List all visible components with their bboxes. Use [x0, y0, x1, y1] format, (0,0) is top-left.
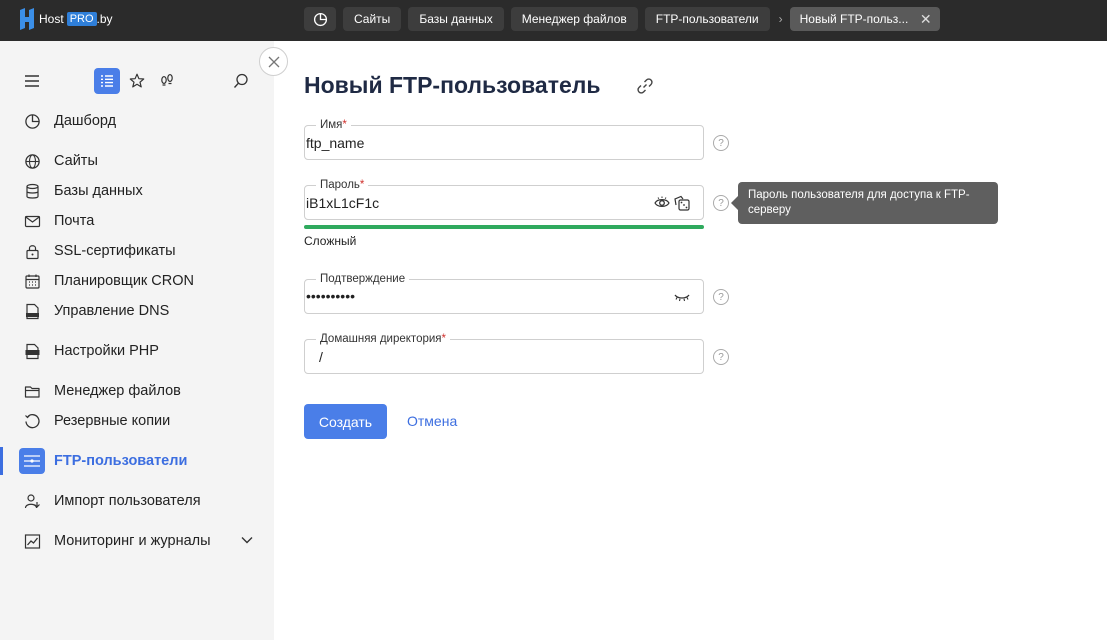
tab-label: Новый FTP-польз...	[799, 12, 909, 26]
sidebar-item-file-manager[interactable]: Менеджер файлов	[0, 377, 274, 405]
sidebar-item-sites[interactable]: Сайты	[0, 147, 274, 175]
tab-new-ftp-user[interactable]: Новый FTP-польз... ✕	[789, 7, 940, 31]
help-icon[interactable]: ?	[713, 135, 729, 151]
monitoring-icon	[24, 534, 41, 549]
sidebar-item-ftp-users[interactable]: FTP-пользователи	[0, 447, 274, 475]
star-icon[interactable]	[124, 68, 150, 94]
php-icon	[25, 343, 40, 360]
cancel-button[interactable]: Отмена	[407, 413, 457, 429]
mail-icon	[24, 215, 41, 228]
password-field-label: Пароль*	[316, 178, 369, 192]
close-icon	[268, 56, 279, 67]
sidebar-item-label: Мониторинг и журналы	[54, 533, 211, 549]
breadcrumb-tabs: Сайты Базы данных Менеджер файлов FTP-по…	[304, 7, 947, 31]
top-bar: Host PRO .by Сайты Базы данных Менеджер …	[0, 0, 1107, 41]
password-strength-fill	[304, 225, 704, 229]
sidebar-item-dashboard[interactable]: Дашборд	[0, 107, 274, 135]
tab-dashboard[interactable]	[304, 7, 336, 31]
database-icon	[26, 183, 39, 199]
create-button[interactable]: Создать	[304, 404, 387, 439]
list-view-icon[interactable]	[94, 68, 120, 94]
confirm-password-field[interactable]: Подтверждение ••••••••••	[304, 272, 704, 314]
sidebar: Дашборд Сайты Базы данных Почта SSL-серт…	[0, 41, 274, 640]
password-field-value[interactable]: iB1xL1cF1c	[306, 195, 379, 211]
logo-mark-icon	[18, 8, 36, 30]
sidebar-item-label: Сайты	[54, 153, 98, 169]
search-icon[interactable]	[228, 68, 254, 94]
backup-icon	[25, 414, 40, 429]
link-icon[interactable]	[636, 77, 654, 100]
password-strength-label: Сложный	[304, 234, 357, 248]
sidebar-toolbar	[0, 68, 274, 94]
folder-icon	[24, 386, 40, 398]
password-tooltip: Пароль пользователя для доступа к FTP-се…	[731, 182, 998, 224]
logo[interactable]: Host PRO .by	[18, 8, 113, 30]
sidebar-item-label: Почта	[54, 213, 95, 229]
sidebar-item-label: Менеджер файлов	[54, 383, 181, 399]
sidebar-item-label: SSL-сертификаты	[54, 243, 176, 259]
tab-ftp-users[interactable]: FTP-пользователи	[644, 7, 770, 31]
confirm-field-label: Подтверждение	[316, 272, 410, 286]
logo-host-text: Host	[39, 12, 64, 26]
close-sidebar-button[interactable]	[259, 47, 288, 76]
home-directory-field[interactable]: Домашняя директория* /	[304, 332, 704, 374]
tab-label: Сайты	[354, 12, 391, 26]
sidebar-item-dns[interactable]: Управление DNS	[0, 297, 274, 325]
sidebar-item-label: Резервные копии	[54, 413, 171, 429]
eye-icon[interactable]	[654, 195, 670, 211]
chevron-down-icon[interactable]	[240, 533, 254, 547]
tab-label: FTP-пользователи	[655, 12, 759, 26]
sidebar-item-monitoring[interactable]: Мониторинг и журналы	[0, 527, 274, 555]
home-field-label: Домашняя директория*	[316, 332, 450, 346]
help-icon[interactable]: ?	[713, 349, 729, 365]
logo-pro-text: PRO	[66, 12, 97, 26]
home-field-value[interactable]: /	[319, 349, 323, 365]
tab-label: Базы данных	[419, 12, 493, 26]
ftp-icon	[19, 448, 45, 474]
tab-file-manager[interactable]: Менеджер файлов	[510, 7, 638, 31]
password-field[interactable]: Пароль* iB1xL1cF1c	[304, 178, 704, 220]
tab-label: Менеджер файлов	[521, 12, 627, 26]
dashboard-icon	[25, 114, 40, 129]
tab-databases[interactable]: Базы данных	[408, 7, 504, 31]
sidebar-item-label: Планировщик CRON	[54, 273, 194, 289]
sidebar-item-user-import[interactable]: Импорт пользователя	[0, 487, 274, 515]
user-import-icon	[24, 494, 40, 509]
help-icon[interactable]: ?	[713, 195, 729, 211]
sidebar-item-label: FTP-пользователи	[54, 453, 188, 469]
confirm-field-value[interactable]: ••••••••••	[306, 288, 355, 304]
menu-icon[interactable]	[19, 68, 45, 94]
sidebar-item-ssl[interactable]: SSL-сертификаты	[0, 237, 274, 265]
name-field-label: Имя*	[316, 118, 351, 132]
sidebar-item-databases[interactable]: Базы данных	[0, 177, 274, 205]
name-field[interactable]: Имя* ftp_name	[304, 118, 704, 160]
sidebar-item-label: Импорт пользователя	[54, 493, 201, 509]
dice-generate-icon[interactable]	[674, 195, 690, 211]
sidebar-item-label: Управление DNS	[54, 303, 170, 319]
password-strength-bar	[304, 225, 704, 229]
sidebar-item-label: Дашборд	[54, 113, 117, 129]
sidebar-item-mail[interactable]: Почта	[0, 207, 274, 235]
close-icon[interactable]: ✕	[920, 11, 932, 28]
page-title: Новый FTP-пользователь	[304, 72, 601, 98]
sidebar-item-cron[interactable]: Планировщик CRON	[0, 267, 274, 295]
eye-closed-icon[interactable]	[674, 290, 690, 304]
pie-chart-icon	[313, 12, 327, 26]
name-field-value[interactable]: ftp_name	[306, 135, 364, 151]
sidebar-item-label: Базы данных	[54, 183, 143, 199]
logo-by-text: .by	[96, 12, 113, 26]
sidebar-item-php[interactable]: Настройки PHP	[0, 337, 274, 365]
tab-sites[interactable]: Сайты	[343, 7, 402, 31]
dns-icon	[26, 303, 39, 320]
globe-icon	[25, 154, 40, 169]
lock-icon	[26, 245, 39, 260]
sidebar-item-label: Настройки PHP	[54, 343, 159, 359]
calendar-icon	[25, 274, 40, 289]
help-icon[interactable]: ?	[713, 289, 729, 305]
footprints-icon[interactable]	[154, 68, 180, 94]
sidebar-item-backups[interactable]: Резервные копии	[0, 407, 274, 435]
chevron-right-icon: ›	[778, 12, 783, 26]
